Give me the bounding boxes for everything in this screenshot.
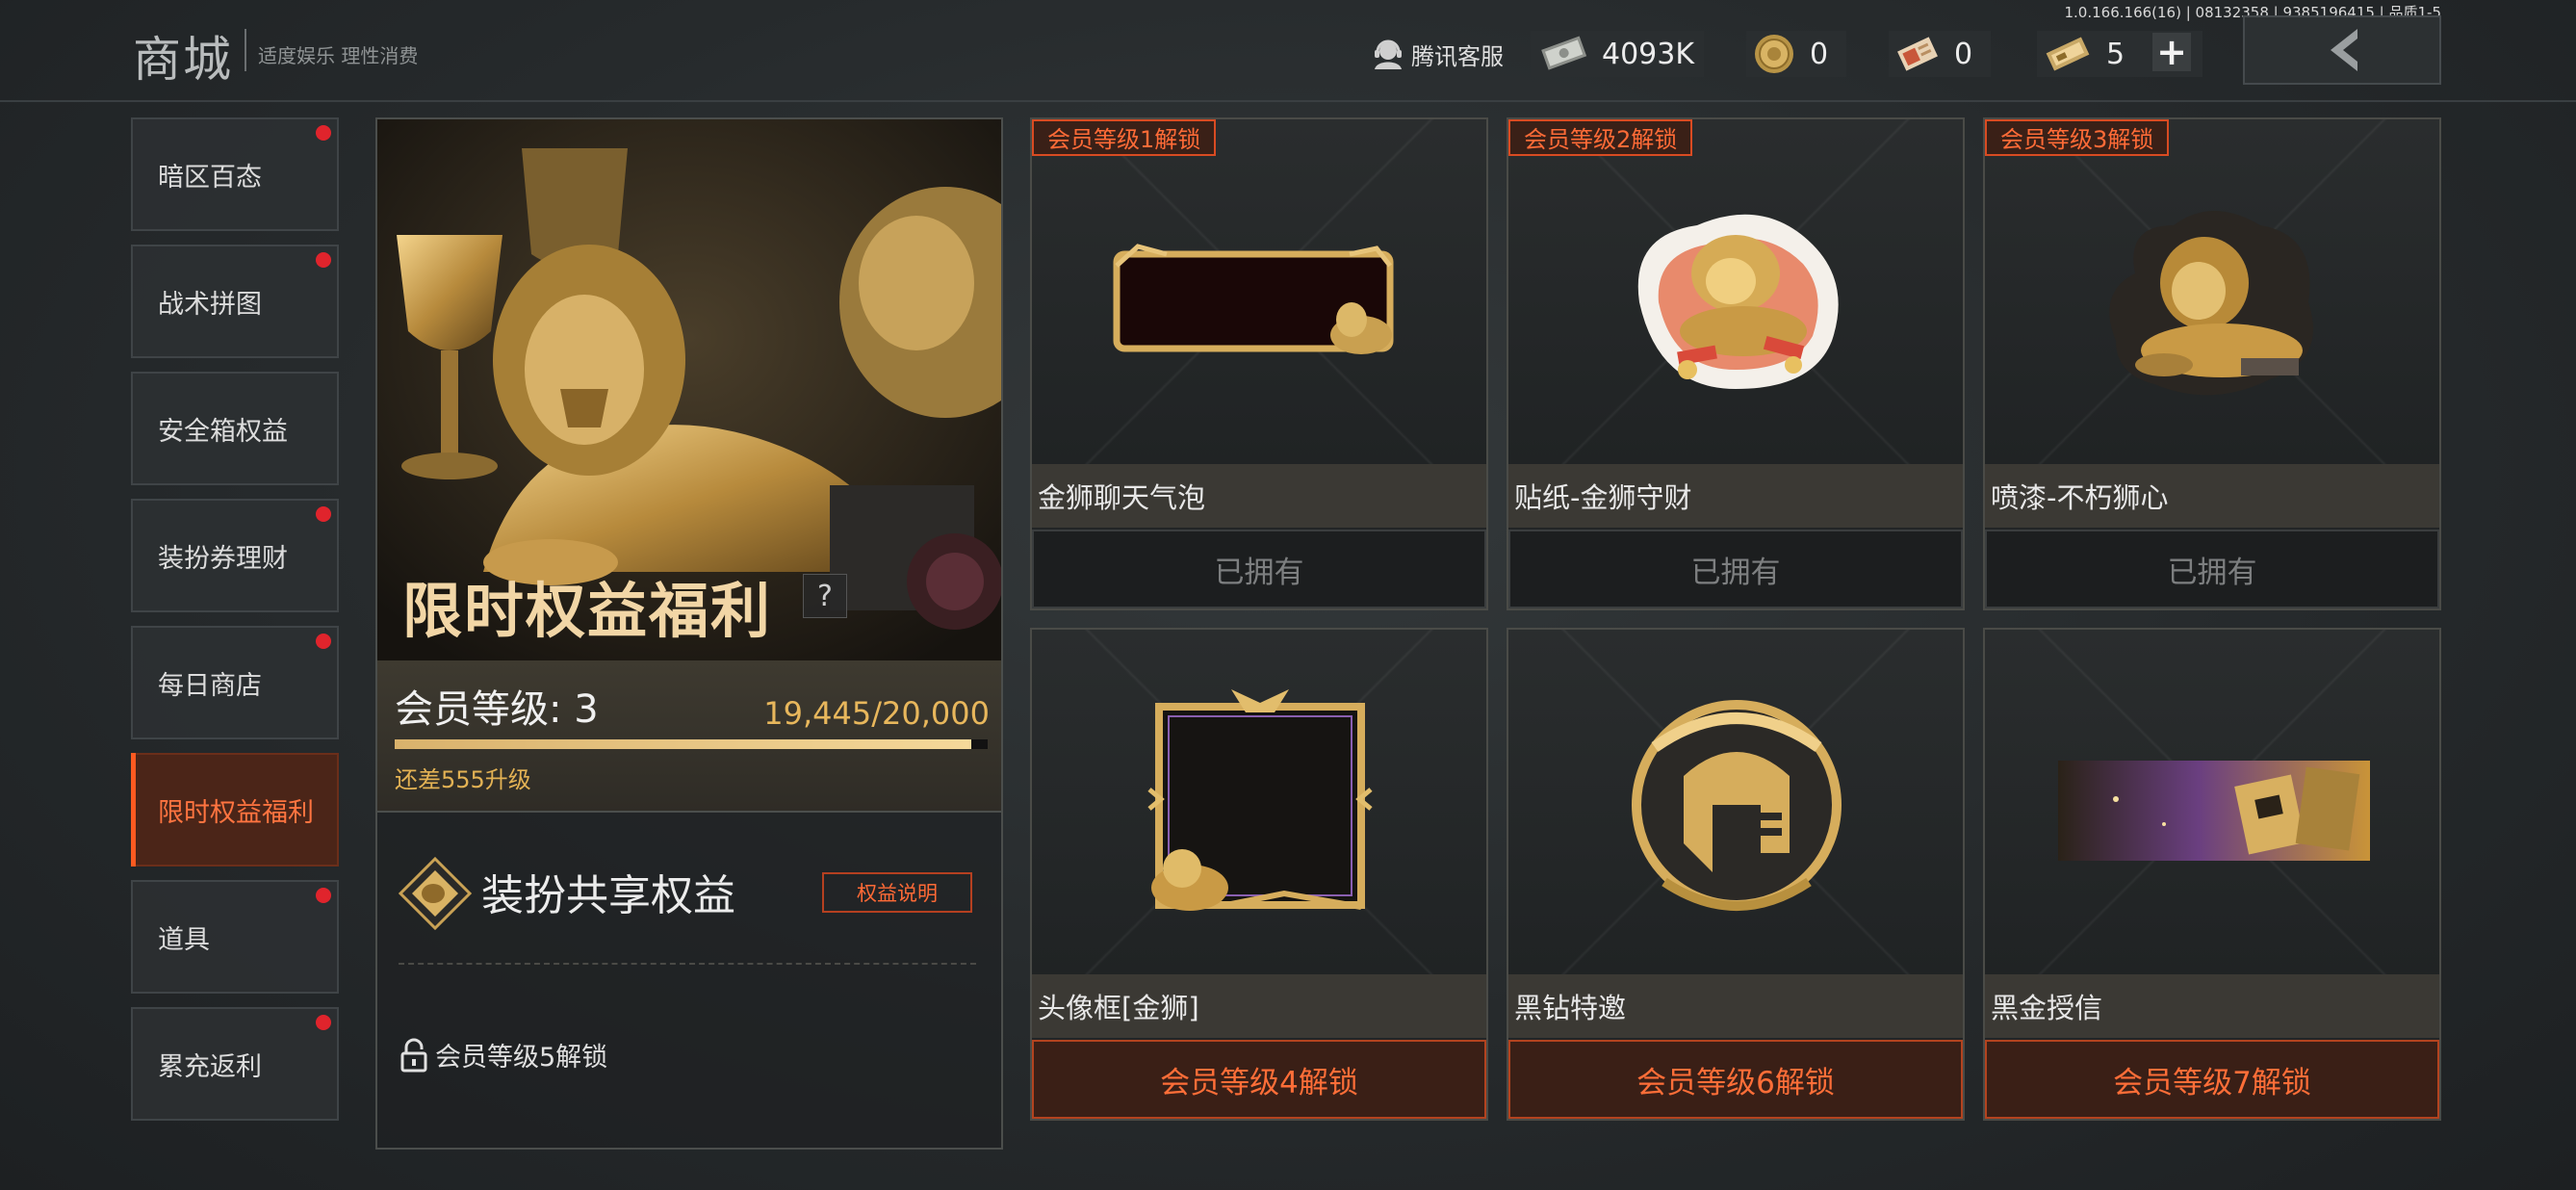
- sidebar-item-safe-box[interactable]: 安全箱权益: [131, 372, 339, 485]
- coin-icon: [1755, 35, 1793, 73]
- reward-card-sticker[interactable]: 会员等级2解锁 贴纸-金狮守财 已拥有: [1507, 117, 1965, 610]
- shared-benefits-title: 装扮共享权益: [481, 871, 735, 920]
- sidebar-item-label: 安全箱权益: [158, 416, 288, 447]
- question-mark-icon: ?: [817, 579, 833, 613]
- card-name: 金狮聊天气泡: [1032, 464, 1486, 528]
- ticket-icon: [1897, 37, 1938, 71]
- card-art: [1985, 630, 2439, 974]
- notification-dot: [316, 634, 331, 649]
- notification-dot: [316, 888, 331, 903]
- shared-benefits-divider: [399, 963, 976, 965]
- voucher-value: 5: [2106, 37, 2125, 71]
- immortal-lion-heart-spray-image: [2109, 211, 2313, 396]
- currency-coin[interactable]: 0: [1746, 31, 1846, 77]
- owned-button[interactable]: 已拥有: [1508, 530, 1963, 608]
- sidebar-item-label: 累充返利: [158, 1051, 262, 1082]
- notification-dot: [316, 252, 331, 268]
- reward-card-chat-bubble[interactable]: 会员等级1解锁 金狮聊天气泡 已拥有: [1030, 117, 1488, 610]
- card-name: 黑金授信: [1985, 974, 2439, 1038]
- sidebar-item-dark-zone[interactable]: 暗区百态: [131, 117, 339, 231]
- notification-dot: [316, 506, 331, 522]
- gold-lion-sticker-image: [1637, 214, 1839, 389]
- sidebar-item-items[interactable]: 道具: [131, 880, 339, 994]
- sidebar-item-voucher-finance[interactable]: 装扮券理财: [131, 499, 339, 612]
- shared-benefits-lock-row: 会员等级5解锁: [400, 1036, 607, 1074]
- currency-ticket[interactable]: 0: [1889, 31, 1991, 77]
- card-art: [1508, 119, 1963, 464]
- header-divider: [0, 100, 2576, 102]
- reward-card-black-diamond[interactable]: 黑钻特邀 会员等级6解锁: [1507, 628, 1965, 1121]
- currency-cash[interactable]: 4093K: [1531, 31, 1704, 77]
- cash-value: 4093K: [1602, 37, 1695, 71]
- unlock-level-button[interactable]: 会员等级4解锁: [1032, 1040, 1486, 1119]
- help-button[interactable]: ?: [803, 574, 847, 618]
- membership-level-label: 会员等级: 3: [395, 687, 599, 732]
- chevron-left-icon: [2331, 29, 2357, 71]
- sidebar-item-daily-shop[interactable]: 每日商店: [131, 626, 339, 739]
- shared-benefits-lock-text: 会员等级5解锁: [435, 1043, 608, 1073]
- unlock-level-button[interactable]: 会员等级6解锁: [1508, 1040, 1963, 1119]
- black-gold-card-image: [2058, 761, 2370, 861]
- back-button[interactable]: [2243, 15, 2441, 85]
- sidebar-item-label: 暗区百态: [158, 162, 262, 193]
- add-voucher-button[interactable]: +: [2152, 31, 2191, 73]
- customer-support-label: 腾讯客服: [1411, 42, 1504, 70]
- cash-icon: [1541, 36, 1587, 70]
- gold-lion-emblem-icon: [399, 857, 472, 930]
- shared-benefits-panel: 装扮共享权益 权益说明 会员等级5解锁: [375, 813, 1003, 1150]
- sidebar-item-label: 限时权益福利: [158, 797, 314, 828]
- card-name: 贴纸-金狮守财: [1508, 464, 1963, 528]
- promo-title: 限时权益福利: [402, 576, 773, 646]
- promo-banner: 限时权益福利 ?: [375, 117, 1003, 666]
- membership-progress-fill: [395, 739, 971, 749]
- card-name: 头像框[金狮]: [1032, 974, 1486, 1038]
- sidebar-item-label: 道具: [158, 924, 210, 955]
- coin-value: 0: [1810, 37, 1829, 71]
- sidebar-item-label: 装扮券理财: [158, 543, 288, 574]
- voucher-icon: [2046, 37, 2090, 71]
- card-art: [1508, 630, 1963, 974]
- owned-button[interactable]: 已拥有: [1985, 530, 2439, 608]
- reward-card-avatar-frame[interactable]: 头像框[金狮] 会员等级4解锁: [1030, 628, 1488, 1121]
- membership-remaining-text: 还差555升级: [395, 766, 531, 793]
- unlock-level-button[interactable]: 会员等级7解锁: [1985, 1040, 2439, 1119]
- sidebar-item-limited-benefits[interactable]: 限时权益福利: [131, 753, 339, 867]
- notification-dot: [316, 1015, 331, 1030]
- unlock-tag: 会员等级2解锁: [1508, 119, 1693, 156]
- unlock-tag: 会员等级3解锁: [1985, 119, 2170, 156]
- membership-level-panel: 会员等级: 3 19,445/20,000 还差555升级: [375, 660, 1003, 813]
- benefits-explain-button[interactable]: 权益说明: [822, 872, 972, 913]
- reward-card-spray[interactable]: 会员等级3解锁 喷漆-不朽狮心 已拥有: [1983, 117, 2441, 610]
- card-art: [1032, 630, 1486, 974]
- spartan-helmet-emblem-image: [1632, 700, 1842, 911]
- owned-button[interactable]: 已拥有: [1032, 530, 1486, 608]
- card-name: 黑钻特邀: [1508, 974, 1963, 1038]
- membership-progress-bar: [395, 739, 988, 749]
- card-art: [1985, 119, 2439, 464]
- gold-lion-avatar-frame-image: [1147, 689, 1373, 911]
- sidebar-item-label: 每日商店: [158, 670, 262, 701]
- plus-icon: +: [2156, 31, 2187, 73]
- sidebar-item-label: 战术拼图: [158, 289, 262, 320]
- reward-card-black-gold-credit[interactable]: 黑金授信 会员等级7解锁: [1983, 628, 2441, 1121]
- page-subtitle: 适度娱乐 理性消费: [258, 44, 419, 67]
- page-title: 商城: [133, 32, 233, 88]
- membership-progress-text: 19,445/20,000: [763, 695, 990, 732]
- customer-support-button[interactable]: 腾讯客服: [1371, 33, 1504, 75]
- notification-dot: [316, 125, 331, 141]
- card-art: [1032, 119, 1486, 464]
- ticket-value: 0: [1954, 37, 1973, 71]
- sidebar-item-tactical-puzzle[interactable]: 战术拼图: [131, 245, 339, 358]
- lock-icon: [400, 1038, 427, 1072]
- card-name: 喷漆-不朽狮心: [1985, 464, 2439, 528]
- sidebar-item-recharge-rebate[interactable]: 累充返利: [131, 1007, 339, 1121]
- gold-lion-chat-bubble-image: [1113, 244, 1394, 354]
- title-divider: [245, 29, 246, 71]
- support-agent-icon: [1375, 39, 1402, 69]
- unlock-tag: 会员等级1解锁: [1032, 119, 1217, 156]
